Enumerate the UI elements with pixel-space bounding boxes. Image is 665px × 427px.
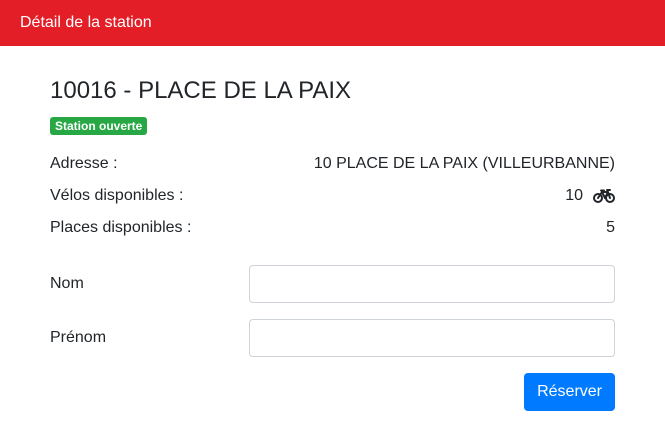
nom-label: Nom <box>50 275 84 292</box>
address-label: Adresse : <box>50 155 118 172</box>
status-badge: Station ouverte <box>50 117 148 135</box>
nom-input[interactable] <box>249 265 615 303</box>
bikes-count: 10 <box>565 187 583 204</box>
bikes-label: Vélos disponibles : <box>50 187 184 204</box>
app-header: Détail de la station <box>0 0 665 46</box>
prenom-label: Prénom <box>50 329 107 346</box>
bikes-row: Vélos disponibles : 10 <box>50 185 615 207</box>
places-value: 5 <box>606 217 615 239</box>
header-title: Détail de la station <box>20 14 152 31</box>
address-row: Adresse : 10 PLACE DE LA PAIX (VILLEURBA… <box>50 153 615 175</box>
bicycle-icon <box>593 189 615 203</box>
address-value: 10 PLACE DE LA PAIX (VILLEURBANNE) <box>314 153 615 175</box>
prenom-input[interactable] <box>249 319 615 357</box>
places-label: Places disponibles : <box>50 219 192 236</box>
nom-row: Nom <box>50 265 615 303</box>
places-row: Places disponibles : 5 <box>50 217 615 239</box>
prenom-row: Prénom <box>50 319 615 357</box>
station-title: 10016 - PLACE DE LA PAIX <box>50 77 352 104</box>
reserve-button[interactable]: Réserver <box>524 373 615 411</box>
address-text: 10 PLACE DE LA PAIX (VILLEURBANNE) <box>313 155 615 172</box>
places-count: 5 <box>606 219 615 236</box>
bikes-value: 10 <box>565 185 615 207</box>
